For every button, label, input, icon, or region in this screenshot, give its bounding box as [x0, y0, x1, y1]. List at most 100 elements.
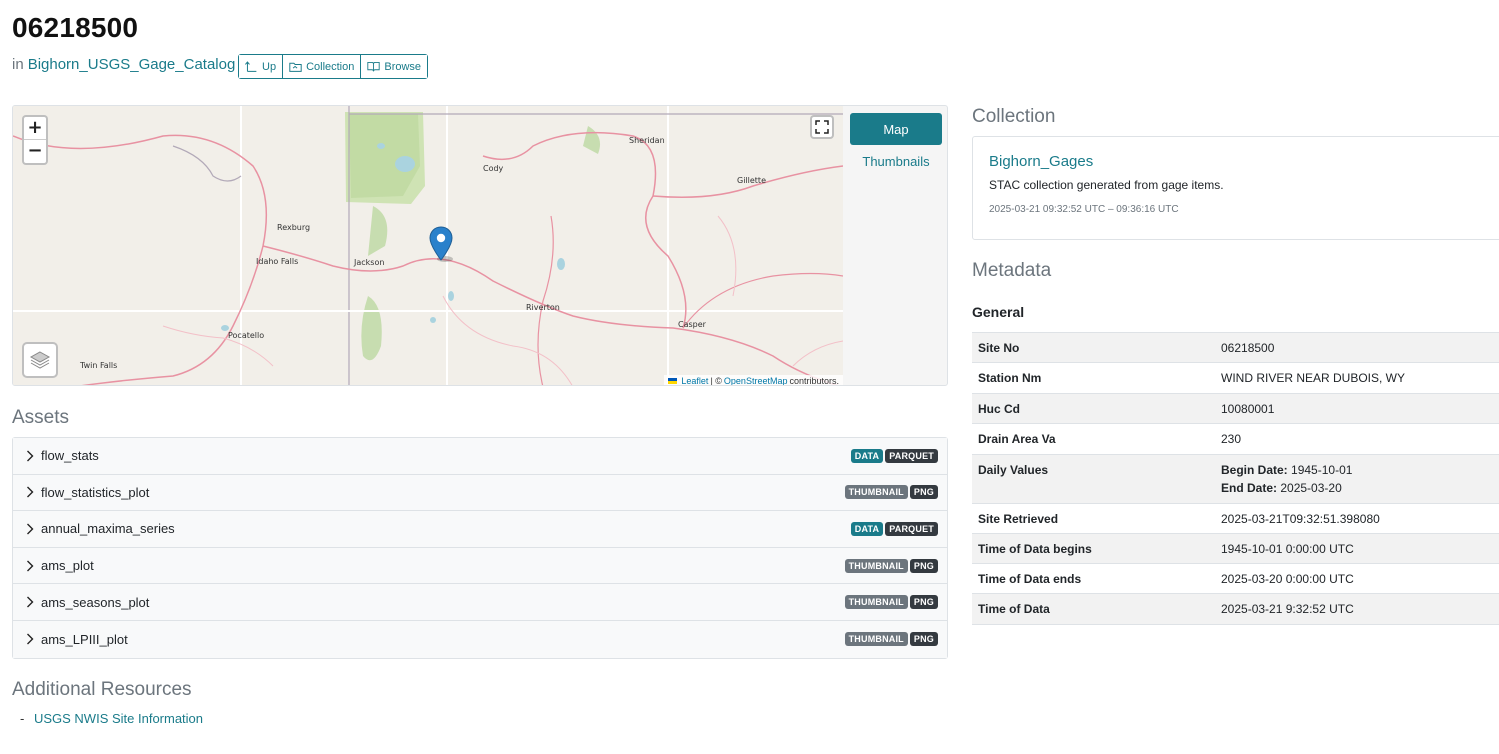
collection-button[interactable]: Collection: [283, 55, 362, 78]
map-label-casper: Casper: [678, 320, 706, 329]
tab-thumbnails[interactable]: Thumbnails: [850, 145, 942, 177]
browse-button[interactable]: Browse: [361, 55, 428, 78]
asset-row[interactable]: annual_maxima_series DATA PARQUET: [13, 511, 947, 548]
basemap-tiles: [13, 106, 843, 385]
asset-name: annual_maxima_series: [41, 521, 175, 537]
chevron-right-icon: [27, 560, 34, 572]
collection-heading: Collection: [972, 106, 1056, 127]
asset-badge: PNG: [909, 595, 938, 610]
layers-icon: [29, 351, 51, 369]
zoom-control: + −: [22, 115, 48, 165]
book-icon: [367, 61, 381, 72]
map-label-rexburg: Rexburg: [277, 223, 311, 232]
resources-list: - USGS NWIS Site Information: [20, 711, 203, 726]
page-title: 06218500: [12, 12, 139, 43]
begin-date-value: 1945-10-01: [1291, 463, 1353, 477]
fullscreen-button[interactable]: [810, 115, 834, 139]
asset-badge: PNG: [909, 558, 938, 573]
asset-badge: DATA: [850, 521, 884, 536]
asset-name: ams_plot: [41, 558, 94, 574]
in-prefix: in: [12, 56, 24, 73]
asset-badge: THUMBNAIL: [844, 558, 908, 573]
map-panel: Sheridan Cody Gillette Rexburg Idaho Fal…: [12, 105, 948, 386]
map-label-cody: Cody: [483, 164, 504, 173]
map-label-jackson: Jackson: [354, 258, 385, 267]
asset-row[interactable]: flow_statistics_plot THUMBNAIL PNG: [13, 474, 947, 512]
metadata-row: Drain Area Va 230: [972, 423, 1499, 455]
metadata-table: Site No 06218500 Station Nm WIND RIVER NEAR…: [972, 332, 1499, 625]
zoom-in-button[interactable]: +: [24, 117, 46, 140]
metadata-value-cell: 230: [1215, 423, 1499, 455]
level-up-icon: [245, 61, 257, 72]
map-attribution: Leaflet | © OpenStreetMap contributors.: [664, 375, 843, 386]
asset-badge: PARQUET: [885, 521, 938, 536]
parent-catalog-link[interactable]: Bighorn_USGS_Gage_Catalog: [28, 56, 236, 73]
asset-badge: PARQUET: [885, 448, 938, 463]
chevron-right-icon: [27, 633, 34, 645]
metadata-row: Site Retrieved 2025-03-21T09:32:51.398080: [972, 503, 1499, 534]
asset-badge: THUMBNAIL: [844, 485, 908, 500]
chevron-right-icon: [27, 523, 34, 535]
assets-heading: Assets: [12, 407, 70, 428]
asset-row[interactable]: ams_plot THUMBNAIL PNG: [13, 547, 947, 585]
map-label-gillette: Gillette: [737, 176, 766, 185]
ukraine-flag-icon: [668, 378, 678, 384]
openstreetmap-link[interactable]: OpenStreetMap: [724, 376, 788, 385]
map-canvas[interactable]: Sheridan Cody Gillette Rexburg Idaho Fal…: [13, 106, 843, 386]
map-label-sheridan: Sheridan: [629, 136, 665, 145]
metadata-value-cell: 2025-03-20 0:00:00 UTC: [1215, 563, 1499, 594]
map-label-pocatello: Pocatello: [228, 331, 265, 340]
metadata-row: Site No 06218500: [972, 332, 1499, 363]
parent-breadcrumb: in Bighorn_USGS_Gage_Catalog: [12, 56, 235, 73]
usgs-nwis-link[interactable]: USGS NWIS Site Information: [34, 711, 203, 726]
metadata-key: Drain Area Va: [972, 423, 1215, 455]
asset-row[interactable]: ams_seasons_plot THUMBNAIL PNG: [13, 584, 947, 621]
list-bullet: -: [20, 711, 25, 726]
metadata-key: Site Retrieved: [972, 503, 1215, 534]
layers-button[interactable]: [22, 342, 58, 378]
asset-badge: PNG: [909, 632, 938, 647]
metadata-value-cell: 2025-03-21T09:32:51.398080: [1215, 503, 1499, 534]
metadata-value-cell: 06218500: [1215, 332, 1499, 363]
asset-row[interactable]: flow_stats DATA PARQUET: [13, 438, 947, 475]
collection-title-link[interactable]: Bighorn_Gages: [989, 153, 1495, 170]
metadata-value: 230: [1221, 432, 1242, 446]
metadata-row: Time of Data 2025-03-21 9:32:52 UTC: [972, 593, 1499, 625]
tab-map[interactable]: Map: [850, 113, 942, 145]
collection-time-range: 2025-03-21 09:32:52 UTC – 09:36:16 UTC: [989, 204, 1179, 215]
chevron-right-icon: [27, 450, 34, 462]
metadata-value: 2025-03-21T09:32:51.398080: [1221, 512, 1380, 526]
up-button[interactable]: Up: [239, 55, 284, 78]
asset-name: flow_statistics_plot: [41, 484, 150, 500]
metadata-row: Huc Cd 10080001: [972, 393, 1499, 424]
asset-badge: THUMBNAIL: [844, 632, 908, 647]
asset-name: ams_seasons_plot: [41, 594, 150, 610]
metadata-key: Station Nm: [972, 362, 1215, 394]
attribution-suffix: contributors.: [789, 376, 839, 386]
asset-name: flow_stats: [41, 448, 99, 464]
metadata-value-cell: 10080001: [1215, 393, 1499, 424]
metadata-value: 10080001: [1221, 402, 1275, 416]
metadata-value-cell: Begin Date: 1945-10-01 End Date: 2025-03-…: [1215, 454, 1499, 504]
end-date-label: End Date:: [1221, 481, 1278, 495]
map-label-idaho-falls: Idaho Falls: [256, 257, 299, 266]
chevron-right-icon: [27, 596, 34, 608]
asset-row[interactable]: ams_LPIII_plot THUMBNAIL PNG: [13, 620, 947, 658]
location-marker-icon[interactable]: [429, 226, 453, 265]
navigation-button-group: Up Collection Browse: [238, 54, 429, 79]
begin-date-label: Begin Date:: [1221, 463, 1288, 477]
metadata-key: Time of Data: [972, 593, 1215, 625]
asset-badge: THUMBNAIL: [844, 595, 908, 610]
metadata-value-cell: 1945-10-01 0:00:00 UTC: [1215, 533, 1499, 564]
zoom-out-button[interactable]: −: [24, 140, 46, 163]
collection-button-label: Collection: [306, 60, 355, 73]
asset-badge: PNG: [909, 485, 938, 500]
metadata-key: Huc Cd: [972, 393, 1215, 424]
attribution-separator: | ©: [710, 376, 722, 386]
collection-description: STAC collection generated from gage item…: [989, 178, 1224, 192]
map-label-twin-falls: Twin Falls: [80, 361, 118, 370]
leaflet-link[interactable]: Leaflet: [681, 376, 708, 385]
metadata-value: 06218500: [1221, 341, 1275, 355]
metadata-key: Site No: [972, 332, 1215, 363]
collection-card[interactable]: Bighorn_Gages STAC collection generated …: [972, 136, 1499, 240]
